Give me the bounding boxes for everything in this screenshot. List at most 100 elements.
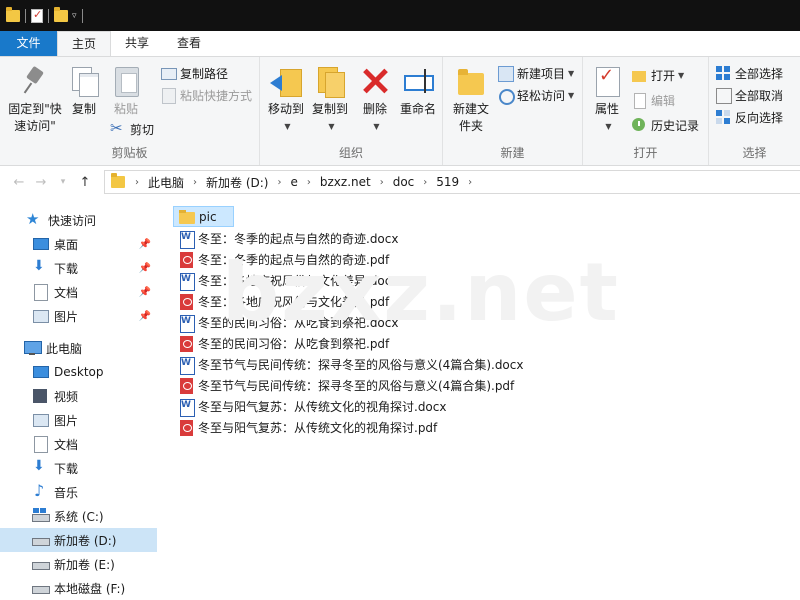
sidebar-item-downloads-pc[interactable]: 下载 xyxy=(0,456,157,480)
new-group-label: 新建 xyxy=(500,146,525,160)
move-to-label: 移动到 xyxy=(267,102,304,116)
breadcrumb-d-drive[interactable]: 新加卷 (D:) xyxy=(206,174,268,191)
cut-button[interactable]: 剪切 xyxy=(110,119,154,139)
pdf-icon xyxy=(178,335,194,352)
list-item[interactable]: 冬至节气与民间传统：探寻冬至的风俗与意义(4篇合集).pdf xyxy=(173,375,514,396)
select-group-label: 选择 xyxy=(742,146,767,160)
file-name: 冬至与阳气复苏：从传统文化的视角探讨.docx xyxy=(198,400,447,414)
copy-to-button[interactable]: 复制到 ▼ xyxy=(308,65,352,135)
open-button[interactable]: 打开 ▼ xyxy=(631,65,684,85)
forward-arrow-icon[interactable]: → xyxy=(30,175,52,190)
chevron-right-icon[interactable]: › xyxy=(468,177,472,188)
list-item[interactable]: pic xyxy=(173,206,234,227)
sidebar-item-desktop[interactable]: 桌面 📌 xyxy=(0,232,157,256)
select-all-button[interactable]: 全部选择 xyxy=(715,63,783,83)
chevron-right-icon[interactable]: › xyxy=(135,177,139,188)
sidebar-item-drive-e[interactable]: 新加卷 (E:) xyxy=(0,552,157,576)
tab-file[interactable]: 文件 xyxy=(0,31,57,56)
new-item-label: 新建项目 xyxy=(517,66,566,81)
chevron-right-icon[interactable]: › xyxy=(423,177,427,188)
sidebar-item-this-pc[interactable]: 此电脑 xyxy=(0,336,157,360)
properties-button[interactable]: 属性 ▼ xyxy=(589,65,625,135)
open-label: 打开 xyxy=(651,68,676,83)
tab-home[interactable]: 主页 xyxy=(57,31,112,56)
chevron-right-icon[interactable]: › xyxy=(277,177,281,188)
history-button[interactable]: 历史记录 xyxy=(631,115,699,135)
sidebar-item-desktop-pc[interactable]: Desktop xyxy=(0,360,157,384)
delete-button[interactable]: 删除 ▼ xyxy=(358,65,392,135)
copy-path-label: 复制路径 xyxy=(180,66,229,81)
paste-shortcut-button[interactable]: 粘贴快捷方式 xyxy=(160,85,252,105)
sidebar-item-videos[interactable]: 视频 xyxy=(0,384,157,408)
list-item[interactable]: 冬至与阳气复苏：从传统文化的视角探讨.docx xyxy=(173,396,446,417)
star-icon xyxy=(26,210,42,228)
address-bar[interactable]: › 此电脑 › 新加卷 (D:) › e › bzxz.net › doc › … xyxy=(104,170,800,194)
invert-selection-button[interactable]: 反向选择 xyxy=(715,107,783,127)
new-item-button[interactable]: 新建项目 ▼ xyxy=(497,63,574,83)
chevron-right-icon[interactable]: › xyxy=(307,177,311,188)
breadcrumb-e[interactable]: e xyxy=(290,175,297,189)
copy-button[interactable]: 复制 xyxy=(66,65,102,118)
copy-path-button[interactable]: 复制路径 xyxy=(160,63,228,83)
new-folder-button[interactable]: 新建文件夹 xyxy=(449,65,493,135)
tab-view[interactable]: 查看 xyxy=(163,31,215,56)
paste-button[interactable]: 粘贴 xyxy=(108,65,144,118)
sidebar-item-label: 本地磁盘 (F:) xyxy=(54,581,126,596)
divider xyxy=(48,8,49,23)
sidebar-item-drive-f[interactable]: 本地磁盘 (F:) xyxy=(0,576,157,600)
select-none-button[interactable]: 全部取消 xyxy=(715,85,783,105)
scissors-icon xyxy=(110,119,126,137)
list-item[interactable]: 冬至与阳气复苏：从传统文化的视角探讨.pdf xyxy=(173,417,437,438)
new-item-icon xyxy=(497,65,514,82)
list-item[interactable]: 冬至节气与民间传统：探寻冬至的风俗与意义(4篇合集).docx xyxy=(173,354,523,375)
chevron-down-icon[interactable]: ▿ xyxy=(72,11,77,21)
sidebar-item-music[interactable]: 音乐 xyxy=(0,480,157,504)
word-document-icon xyxy=(178,230,195,249)
file-name: 冬至节气与民间传统：探寻冬至的风俗与意义(4篇合集).pdf xyxy=(198,379,515,393)
easy-access-button[interactable]: 轻松访问 ▼ xyxy=(497,85,574,105)
folder-icon[interactable] xyxy=(6,6,20,22)
sidebar-item-pictures[interactable]: 图片 📌 xyxy=(0,304,157,328)
sidebar-item-label: 桌面 xyxy=(54,237,79,252)
breadcrumb-doc[interactable]: doc xyxy=(393,175,415,189)
sidebar-item-label: 视频 xyxy=(54,389,79,404)
open-group: 属性 ▼ 打开 ▼ 编辑 历史记录 打开 xyxy=(583,57,709,165)
rename-label: 重命名 xyxy=(399,102,436,116)
chevron-right-icon[interactable]: › xyxy=(380,177,384,188)
chevron-right-icon[interactable]: › xyxy=(193,177,197,188)
rename-button[interactable]: 重命名 xyxy=(396,65,440,118)
folder-icon xyxy=(111,173,125,188)
breadcrumb-this-pc[interactable]: 此电脑 xyxy=(148,174,184,191)
properties-icon[interactable] xyxy=(31,8,43,23)
breadcrumb-519[interactable]: 519 xyxy=(436,175,459,189)
breadcrumb-bzxz[interactable]: bzxz.net xyxy=(320,175,371,189)
music-icon xyxy=(32,481,48,500)
tab-share[interactable]: 共享 xyxy=(111,31,163,56)
edit-button[interactable]: 编辑 xyxy=(631,90,675,110)
organize-group-label: 组织 xyxy=(338,146,363,160)
sidebar-item-pictures-pc[interactable]: 图片 xyxy=(0,408,157,432)
drive-icon xyxy=(32,508,50,524)
back-arrow-icon[interactable]: ← xyxy=(8,175,30,190)
new-folder-icon[interactable] xyxy=(54,6,68,22)
up-arrow-icon[interactable]: ↑ xyxy=(74,175,96,190)
sidebar-item-documents[interactable]: 文档 📌 xyxy=(0,280,157,304)
move-to-button[interactable]: 移动到 ▼ xyxy=(264,65,308,135)
sidebar-item-drive-c[interactable]: 系统 (C:) xyxy=(0,504,157,528)
pin-quick-access-button[interactable]: 固定到"快速访问" xyxy=(4,65,66,135)
sidebar-item-downloads[interactable]: 下载 📌 xyxy=(0,256,157,280)
pin-icon: 📌 xyxy=(138,286,151,298)
divider xyxy=(81,8,83,23)
chevron-down-icon: ▼ xyxy=(328,122,335,131)
clipboard-group: 固定到"快速访问" 复制 粘贴 复制路径 粘贴快捷方式 剪切 剪贴板 xyxy=(0,57,260,165)
copy-to-icon xyxy=(314,65,346,98)
sidebar-item-documents-pc[interactable]: 文档 xyxy=(0,432,157,456)
easy-access-label: 轻松访问 xyxy=(517,88,566,103)
pdf-icon xyxy=(178,293,194,310)
chevron-down-icon[interactable]: ▾ xyxy=(52,177,74,187)
chevron-down-icon: ▼ xyxy=(605,122,612,131)
sidebar-item-quick-access[interactable]: 快速访问 xyxy=(0,208,157,232)
pin-icon: 📌 xyxy=(138,238,151,250)
chevron-down-icon: ▼ xyxy=(373,122,380,131)
sidebar-item-drive-d[interactable]: 新加卷 (D:) xyxy=(0,528,157,552)
